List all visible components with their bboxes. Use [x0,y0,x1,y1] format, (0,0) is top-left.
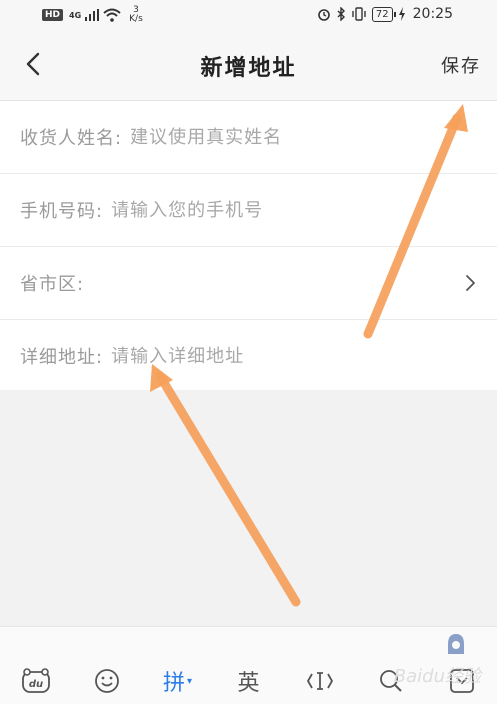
chevron-right-icon [466,275,475,291]
phone-label: 手机号码: [20,201,104,222]
detail-address-input[interactable] [111,345,442,367]
assistant-icon[interactable] [443,631,469,657]
hd-badge: HD [42,9,64,21]
alarm-icon [318,9,330,21]
baidu-keyboard-button[interactable]: du [16,661,56,701]
text-cursor-icon [306,672,333,690]
smiley-icon [94,669,119,693]
english-input-button[interactable]: 英 [229,661,269,701]
name-input[interactable] [130,126,461,148]
wifi-icon [103,8,121,22]
cursor-edit-button[interactable] [300,661,340,701]
signal-icon [85,9,100,21]
bluetooth-icon [337,7,345,21]
emoji-button[interactable] [87,661,127,701]
empty-area [0,390,497,626]
nav-bar: 新增地址 保存 [0,30,497,101]
status-bar: HD 4G 3 K/s 72 20:25 [0,0,497,30]
pinyin-dropdown-icon: ▾ [186,675,193,687]
pinyin-label: 拼 [162,671,185,696]
vibrate-icon [352,7,366,21]
region-row[interactable]: 省市区: [0,247,497,320]
baidu-bear-icon: du [21,668,50,693]
save-button[interactable]: 保存 [441,52,481,78]
detail-row[interactable]: 详细地址: [0,320,497,392]
phone-input[interactable] [111,199,442,221]
status-left: HD 4G 3 K/s [42,6,143,24]
name-label: 收货人姓名: [20,128,123,149]
watermark: Baidu经验 [393,666,481,687]
status-right: 72 20:25 [317,6,453,22]
charging-icon [398,7,405,21]
battery-level: 72 [371,6,396,22]
svg-text:du: du [28,679,42,690]
pinyin-input-button[interactable]: 拼 ▾ [158,661,198,701]
speed-unit: K/s [129,14,143,24]
keyboard-suggestion-bar [0,626,497,659]
network-type: 4G [69,10,82,20]
page-title: 新增地址 [200,56,297,81]
network-speed: 3 K/s [129,6,143,24]
address-form: 收货人姓名: 手机号码: 省市区: 详细地址: [0,101,497,392]
region-label: 省市区: [20,274,85,295]
detail-label: 详细地址: [20,347,104,368]
clock: 20:25 [412,6,453,22]
english-label: 英 [237,671,260,696]
name-row[interactable]: 收货人姓名: [0,101,497,174]
phone-row[interactable]: 手机号码: [0,174,497,247]
